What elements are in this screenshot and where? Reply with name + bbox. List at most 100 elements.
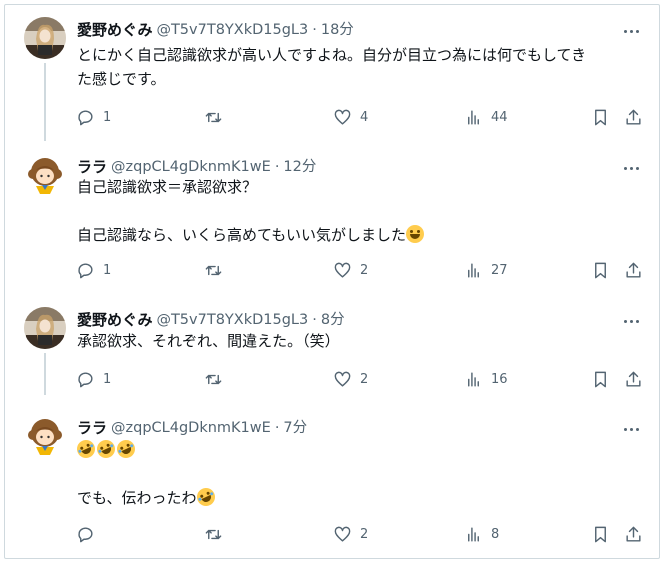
speech-bubble-icon [78,371,93,387]
woman-photo-icon [24,307,66,349]
like-count: 2 [360,526,369,542]
bookmark-icon [595,262,606,278]
retweet-button[interactable] [204,105,231,129]
bookmark-button[interactable] [591,367,610,391]
tweet-text-line: とにかく自己認識欲求が高い人ですよね。自分が目立つ為には何でもしてき [77,46,587,64]
bar-chart-icon [468,526,479,542]
retweet-button[interactable] [204,258,231,282]
share-upload-icon [626,526,641,542]
tweet-text: でも、伝わったわ [74,437,649,510]
like-button[interactable]: 2 [333,522,368,546]
display-name[interactable]: ララ [77,417,107,439]
timestamp[interactable]: 18分 [321,19,354,41]
action-bar: 2 8 [0,522,664,546]
views-button[interactable]: 27 [464,258,508,282]
display-name[interactable]: 愛野めぐみ [77,309,152,331]
tweet-3[interactable]: 愛野めぐみ @T5v7T8YXkD15gL3 · 8分 承認欲求、それぞれ、間違… [0,293,664,403]
bookmark-button[interactable] [591,105,610,129]
views-count: 8 [491,526,500,542]
bookmark-button[interactable] [591,258,610,282]
bookmark-button[interactable] [591,522,610,546]
share-upload-icon [626,109,641,125]
like-count: 2 [360,262,369,278]
separator: · [274,420,280,436]
avatar-girl-illustration[interactable] [24,154,66,196]
avatar-woman-photo[interactable] [24,307,66,349]
reply-button[interactable]: 1 [76,105,111,129]
girl-illustration-icon [24,415,66,457]
views-button[interactable]: 8 [464,522,499,546]
separator: · [312,22,317,38]
user-handle[interactable]: @zqpCL4gDknmK1wE [111,417,271,439]
share-button[interactable] [624,105,643,129]
like-button[interactable]: 2 [333,367,368,391]
avatar-girl-illustration[interactable] [24,415,66,457]
views-count: 44 [491,109,508,125]
display-name[interactable]: 愛野めぐみ [77,19,152,41]
views-count: 16 [491,371,508,387]
tweet-2[interactable]: ララ @zqpCL4gDknmK1wE · 12分 自己認識欲求＝承認欲求？ 自… [0,140,664,300]
rofl-emoji-icon [94,437,118,461]
retweet-icon [205,529,222,539]
bar-chart-icon [468,371,479,387]
tweet-text-segment: でも、伝わったわ [77,489,197,507]
retweet-icon [205,265,222,275]
user-handle[interactable]: @T5v7T8YXkD15gL3 [156,19,308,41]
user-handle[interactable]: @T5v7T8YXkD15gL3 [156,309,308,331]
rofl-emoji-icon [193,485,218,509]
views-button[interactable]: 44 [464,105,508,129]
tweet-text-segment: 自己認識なら、いくら高めてもいい気がしました [77,226,406,244]
thread-line [44,63,46,141]
reply-count: 1 [103,109,112,125]
more-dots-icon[interactable] [616,419,646,439]
separator: · [312,312,317,328]
tweet-1[interactable]: 愛野めぐみ @T5v7T8YXkD15gL3 · 18分 とにかく自己認識欲求が… [0,3,664,148]
like-button[interactable]: 4 [333,105,368,129]
reply-button[interactable]: 1 [76,367,111,391]
heart-icon [334,526,351,542]
share-button[interactable] [624,367,643,391]
tweet-text-line [77,462,649,486]
tweet-text-line: 自己認識欲求＝承認欲求？ [77,178,258,196]
heart-icon [334,262,351,278]
bookmark-icon [595,109,606,125]
share-button[interactable] [624,258,643,282]
share-button[interactable] [624,522,643,546]
more-dots-icon[interactable] [616,311,646,331]
avatar-woman-photo[interactable] [24,17,66,59]
share-upload-icon [626,262,641,278]
views-count: 27 [491,262,508,278]
views-button[interactable]: 16 [464,367,508,391]
rofl-emoji-icon [114,437,138,461]
tweet-header: ララ @zqpCL4gDknmK1wE · 7分 [77,417,307,439]
tweet-text: 自己認識欲求＝承認欲求？ 自己認識なら、いくら高めてもいい気がしました [77,175,649,247]
retweet-button[interactable] [204,367,231,391]
like-count: 2 [360,371,369,387]
speech-bubble-icon [78,262,93,278]
reply-button[interactable] [76,522,103,546]
tweet-text-line [77,199,649,223]
retweet-button[interactable] [204,522,231,546]
tweet-header: 愛野めぐみ @T5v7T8YXkD15gL3 · 8分 [77,309,345,331]
reply-count: 1 [103,371,112,387]
tweet-text-line: 自己認識なら、いくら高めてもいい気がしました [77,223,649,247]
action-bar: 1 2 27 [0,258,664,282]
timestamp[interactable]: 8分 [321,309,345,331]
reply-button[interactable]: 1 [76,258,111,282]
speech-bubble-icon [78,109,93,125]
tweet-text-line: でも、伝わったわ [77,485,649,510]
tweet-4[interactable]: ララ @zqpCL4gDknmK1wE · 7分 でも、伝わったわ 2 8 [0,401,664,556]
grinning-squinting-emoji-icon [405,225,424,243]
speech-bubble-icon [78,526,93,542]
action-bar: 1 4 44 [0,105,664,129]
more-dots-icon[interactable] [616,21,646,41]
heart-icon [334,109,351,125]
like-button[interactable]: 2 [333,258,368,282]
bookmark-icon [595,371,606,387]
girl-illustration-icon [24,154,66,196]
tweet-text-line: た感じです。 [77,70,166,88]
timestamp[interactable]: 7分 [283,417,307,439]
rofl-emoji-icon [74,437,98,461]
like-count: 4 [360,109,369,125]
tweet-text: 承認欲求、それぞれ、間違えた。（笑） [77,329,649,353]
